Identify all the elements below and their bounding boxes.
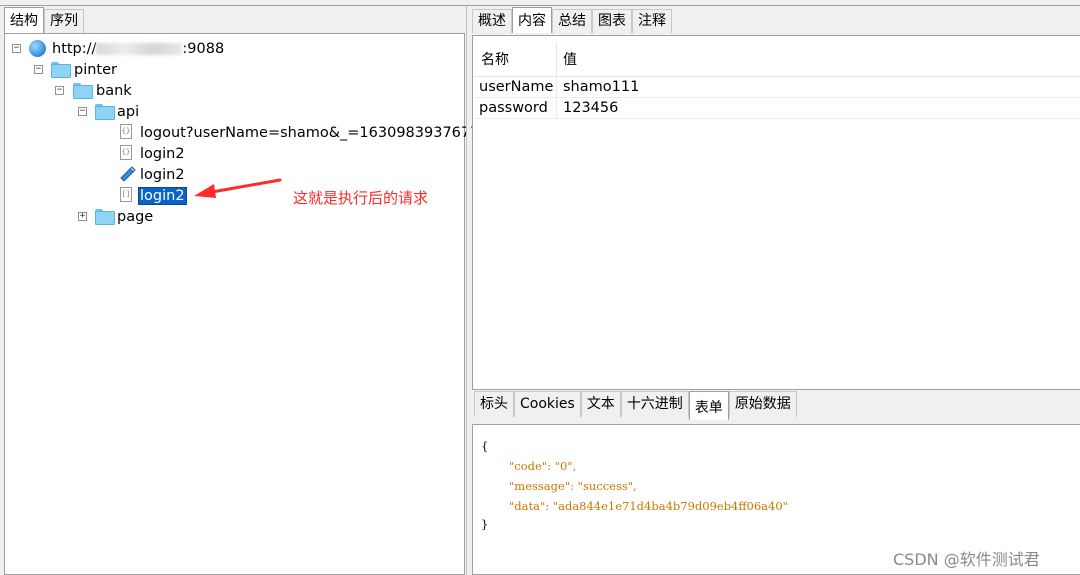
collapse-pinter-icon[interactable]: − xyxy=(34,65,43,74)
grid-header: 名称 值 xyxy=(474,43,1080,77)
globe-icon xyxy=(29,40,46,57)
tab-sequence[interactable]: 序列 xyxy=(44,9,84,33)
redacted-host xyxy=(96,42,183,55)
param-value: 123456 xyxy=(563,100,619,116)
tab-structure[interactable]: 结构 xyxy=(4,7,44,33)
tree-item-login2-composed[interactable]: login2 xyxy=(140,164,185,185)
json-value-data: : "ada844e1e71d4ba4b79d09eb4ff06a40" xyxy=(545,499,788,513)
table-row[interactable]: password 123456 xyxy=(474,98,1080,119)
tab-notes[interactable]: 注释 xyxy=(632,9,672,33)
structure-tree: − http://:9088 − pinter − bank − api {} … xyxy=(4,33,479,575)
compose-request-icon xyxy=(120,166,136,181)
tab-form[interactable]: 表单 xyxy=(688,391,729,420)
tree-item-api[interactable]: api xyxy=(117,101,139,122)
watermark: CSDN @软件测试君 xyxy=(893,550,1040,569)
table-row[interactable]: userName shamo111 xyxy=(474,77,1080,98)
param-value: shamo111 xyxy=(563,79,640,95)
json-close-brace: } xyxy=(481,517,489,531)
json-value-code: : "0", xyxy=(547,459,577,473)
tab-raw[interactable]: 原始数据 xyxy=(728,391,797,417)
folder-icon xyxy=(73,83,93,99)
folder-icon xyxy=(95,104,115,120)
tab-overview[interactable]: 概述 xyxy=(472,9,512,33)
annotation-arrow-icon xyxy=(194,178,282,198)
window-top-edge xyxy=(0,0,1080,6)
tree-item-bank[interactable]: bank xyxy=(96,80,132,101)
param-name: password xyxy=(474,98,557,118)
file-icon: [] xyxy=(120,187,132,202)
inspector-tab-bar: 概述 内容 总结 图表 注释 xyxy=(472,7,672,35)
tab-summary[interactable]: 总结 xyxy=(552,9,592,33)
collapse-bank-icon[interactable]: − xyxy=(55,86,64,95)
json-line-code: "code": "0", xyxy=(509,459,576,473)
tab-text[interactable]: 文本 xyxy=(580,391,621,417)
collapse-api-icon[interactable]: − xyxy=(78,107,87,116)
pane-splitter[interactable] xyxy=(466,6,471,575)
column-header-value[interactable]: 值 xyxy=(557,43,577,76)
file-icon: {} xyxy=(120,124,132,139)
annotation-text: 这就是执行后的请求 xyxy=(293,189,429,207)
tree-item-login2-selected[interactable]: login2 xyxy=(138,185,187,206)
json-open-brace: { xyxy=(481,439,489,453)
tab-cookies[interactable]: Cookies xyxy=(514,391,581,417)
left-tab-bar: 结构 序列 xyxy=(4,7,84,33)
host-prefix: http:// xyxy=(52,40,97,57)
expand-page-icon[interactable]: + xyxy=(78,212,87,221)
tree-item-page[interactable]: page xyxy=(117,206,153,227)
response-tab-bar: 标头 Cookies 文本 十六进制 表单 原始数据 xyxy=(474,391,797,420)
collapse-root-icon[interactable]: − xyxy=(12,44,21,53)
tab-contents[interactable]: 内容 xyxy=(512,7,552,33)
tab-headers[interactable]: 标头 xyxy=(474,391,514,417)
tab-hex[interactable]: 十六进制 xyxy=(620,391,689,417)
json-key-message: "message" xyxy=(509,479,571,493)
tree-item-pinter[interactable]: pinter xyxy=(74,59,117,80)
tab-chart[interactable]: 图表 xyxy=(592,9,632,33)
request-params-grid: 名称 值 userName shamo111 password 123456 xyxy=(472,35,1080,390)
tree-item-host[interactable]: http:// :9088 xyxy=(52,38,224,59)
file-icon: {} xyxy=(120,145,132,160)
json-key-data: "data" xyxy=(509,499,546,513)
json-line-data: "data": "ada844e1e71d4ba4b79d09eb4ff06a4… xyxy=(509,499,788,513)
column-header-name[interactable]: 名称 xyxy=(474,43,557,76)
json-line-message: "message": "success", xyxy=(509,479,637,493)
tree-item-login2[interactable]: login2 xyxy=(140,143,185,164)
selected-label: login2 xyxy=(138,186,187,205)
host-port: :9088 xyxy=(182,40,225,57)
json-key-code: "code" xyxy=(509,459,548,473)
param-name: userName xyxy=(474,77,557,97)
folder-icon xyxy=(51,62,71,78)
folder-icon xyxy=(95,209,115,225)
json-value-message: : "success", xyxy=(570,479,637,493)
tree-item-logout[interactable]: logout?userName=shamo&_=1630983937677 xyxy=(140,122,479,143)
